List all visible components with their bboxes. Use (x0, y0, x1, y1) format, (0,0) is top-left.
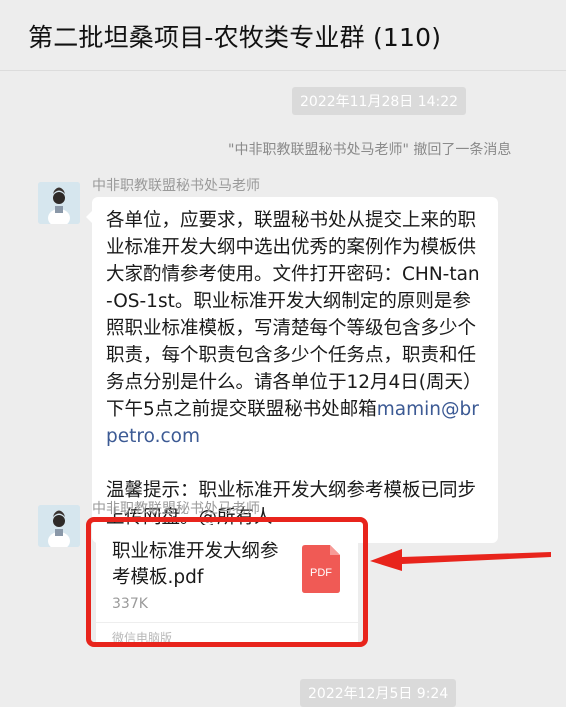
annotation-highlight-box (86, 517, 368, 647)
recall-notice: "中非职教联盟秘书处马老师" 撤回了一条消息 (228, 142, 512, 158)
avatar[interactable] (38, 505, 80, 547)
avatar[interactable] (38, 182, 80, 224)
avatar-person-icon (38, 505, 80, 547)
message-bubble[interactable]: 各单位，应要求，联盟秘书处从提交上来的职业标准开发大纲中选出优秀的案例作为模板供… (86, 197, 498, 543)
chat-title[interactable]: 第二批坦桑项目-农牧类专业群 (110) (28, 18, 441, 54)
annotation-arrow-icon (370, 549, 551, 571)
avatar-person-icon (38, 182, 80, 224)
chat-header: 第二批坦桑项目-农牧类专业群 (110) (0, 0, 566, 71)
sender-name: 中非职教联盟秘书处马老师 (92, 501, 260, 517)
timestamp: 2022年12月5日 9:24 (300, 679, 457, 707)
sender-name: 中非职教联盟秘书处马老师 (92, 178, 260, 194)
timestamp: 2022年11月28日 14:22 (292, 87, 467, 115)
message-text: 各单位，应要求，联盟秘书处从提交上来的职业标准开发大纲中选出优秀的案例作为模板供… (106, 210, 482, 420)
